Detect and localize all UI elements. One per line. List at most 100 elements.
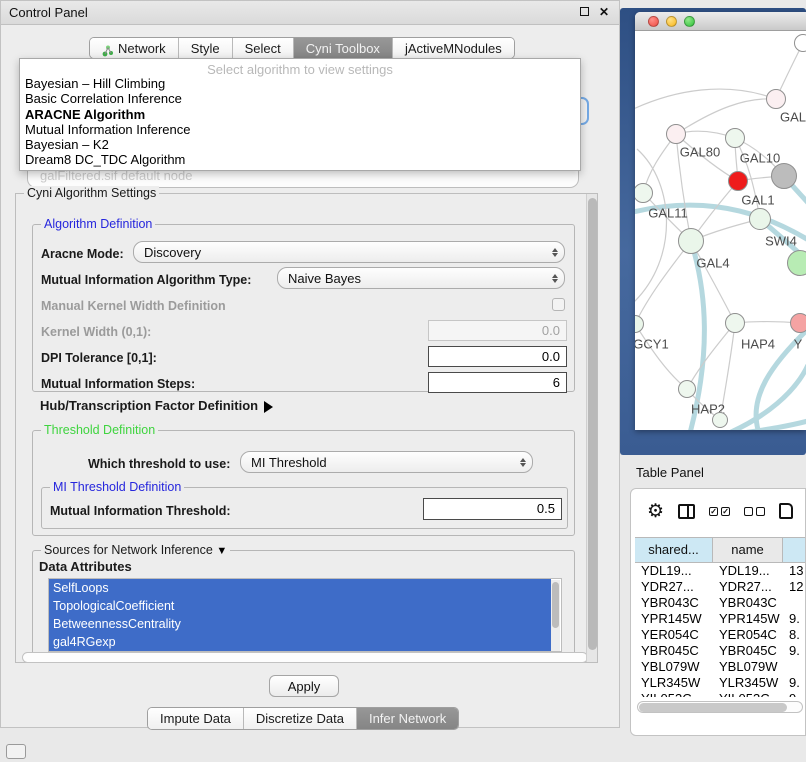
network-node-swi4[interactable] — [749, 208, 771, 230]
manual-kernel-checkbox[interactable] — [552, 298, 565, 311]
tab-jactivemnodules[interactable]: jActiveMNodules — [393, 38, 514, 58]
network-node-gal4[interactable] — [678, 228, 704, 254]
network-node-gal80[interactable] — [666, 124, 686, 144]
tab-cyni-toolbox[interactable]: Cyni Toolbox — [294, 38, 393, 58]
hub-definition-toggle[interactable]: Hub/Transcription Factor Definition — [40, 398, 273, 413]
collapsed-panel-button[interactable] — [6, 744, 26, 759]
network-node[interactable] — [712, 412, 728, 428]
network-node-hap4[interactable] — [725, 313, 745, 333]
dropdown-item[interactable]: Bayesian – Hill Climbing — [20, 76, 580, 91]
close-traffic-light[interactable] — [648, 16, 659, 27]
sources-title-text: Sources for Network Inference — [44, 543, 213, 557]
tab-select[interactable]: Select — [233, 38, 294, 58]
table-cell: 9. — [783, 675, 806, 691]
table-row[interactable]: YER054CYER054C8. — [635, 627, 806, 643]
mi-threshold-input[interactable]: 0.5 — [423, 498, 562, 520]
minimize-traffic-light[interactable] — [666, 16, 677, 27]
mi-type-combo[interactable]: Naive Bayes — [277, 267, 565, 289]
dropdown-item[interactable]: Bayesian – K2 — [20, 137, 580, 152]
unselect-all-columns-icon[interactable] — [744, 507, 765, 516]
table-cell: 8. — [783, 627, 806, 643]
table-cell: YIL053C — [713, 691, 783, 697]
settings-vertical-scrollbar[interactable] — [586, 194, 597, 662]
tab-label: Impute Data — [160, 708, 231, 729]
table-row[interactable]: YPR145WYPR145W9. — [635, 611, 806, 627]
attribute-list-item[interactable]: SelfLoops — [49, 579, 551, 597]
stepper-icon — [546, 274, 564, 283]
float-window-button[interactable] — [577, 6, 591, 20]
table-row[interactable]: YBL079WYBL079W — [635, 659, 806, 675]
node-label: GAL80 — [680, 145, 720, 160]
scrollbar-thumb[interactable] — [552, 582, 559, 628]
settings-group-title: Cyni Algorithm Settings — [24, 186, 159, 200]
dpi-tolerance-input[interactable]: 0.0 — [428, 346, 567, 367]
tab-style[interactable]: Style — [179, 38, 233, 58]
dropdown-item[interactable]: Basic Correlation Inference — [20, 91, 580, 106]
table-body: YDL19...YDL19...13YDR27...YDR27...12YBR0… — [635, 563, 806, 697]
network-canvas[interactable]: GALGAL80GAL10GAL1GAL11SWI4GAL4GCY1HAP4YH… — [635, 31, 806, 430]
which-threshold-combo[interactable]: MI Threshold — [240, 451, 533, 473]
collapse-right-icon — [264, 401, 273, 413]
table-row[interactable]: YBR045CYBR045C9. — [635, 643, 806, 659]
gear-icon[interactable]: ⚙ — [647, 502, 664, 521]
dropdown-item[interactable]: Dream8 DC_TDC Algorithm — [20, 152, 580, 167]
network-node-hap2[interactable] — [678, 380, 696, 398]
collapse-down-icon[interactable]: ▼ — [216, 545, 227, 557]
table-cell — [783, 659, 806, 675]
tab-impute-data[interactable]: Impute Data — [148, 708, 244, 729]
zoom-traffic-light[interactable] — [684, 16, 695, 27]
table-cell: YPR145W — [713, 611, 783, 627]
network-node-gal10[interactable] — [725, 128, 745, 148]
dropdown-item[interactable]: Mutual Information Inference — [20, 122, 580, 137]
network-node-y[interactable] — [790, 313, 806, 333]
network-icon — [102, 42, 114, 54]
network-node-gal1[interactable] — [728, 171, 748, 191]
scrollbar-thumb[interactable] — [639, 703, 787, 712]
column-header-name[interactable]: name — [713, 538, 783, 562]
table-header-row: shared... name — [635, 537, 806, 563]
columns-icon[interactable] — [678, 504, 695, 519]
mi-steps-input[interactable]: 6 — [428, 372, 567, 393]
tab-label: Cyni Toolbox — [306, 38, 380, 59]
table-row[interactable]: YDR27...YDR27...12 — [635, 579, 806, 595]
tab-network[interactable]: Network — [90, 38, 179, 58]
table-row[interactable]: YBR043CYBR043C — [635, 595, 806, 611]
apply-button[interactable]: Apply — [269, 675, 339, 697]
aracne-mode-combo[interactable]: Discovery — [133, 241, 565, 263]
mi-type-label: Mutual Information Algorithm Type: — [41, 273, 251, 287]
kernel-width-input[interactable]: 0.0 — [428, 320, 567, 341]
table-row[interactable]: YDL19...YDL19...13 — [635, 563, 806, 579]
dpi-tolerance-label: DPI Tolerance [0,1]: — [41, 351, 157, 365]
attribute-list-item[interactable]: BetweennessCentrality — [49, 615, 551, 633]
network-node-gal[interactable] — [766, 89, 786, 109]
algorithm-definition-group: Algorithm Definition Aracne Mode: Discov… — [32, 224, 575, 392]
network-node[interactable] — [771, 163, 797, 189]
which-threshold-value: MI Threshold — [241, 455, 514, 470]
list-vertical-scrollbar[interactable] — [551, 580, 560, 652]
table-horizontal-scrollbar[interactable] — [637, 701, 803, 713]
table-row[interactable]: YIL053CYIL053C9 — [635, 691, 806, 697]
attribute-list-item[interactable]: gal4RGexp — [49, 633, 551, 651]
threshold-definition-title: Threshold Definition — [41, 423, 158, 437]
export-table-icon[interactable] — [779, 503, 793, 519]
table-row[interactable]: YLR345WYLR345W9. — [635, 675, 806, 691]
node-label: GAL4 — [696, 256, 729, 271]
control-panel-titlebar: Control Panel ✕ — [1, 1, 619, 25]
network-node[interactable] — [787, 250, 806, 276]
tab-infer-network[interactable]: Infer Network — [357, 708, 458, 729]
column-header-shared-name[interactable]: shared... — [635, 538, 713, 562]
table-cell: 12 — [783, 579, 806, 595]
select-all-columns-icon[interactable]: ✓✓ — [709, 507, 730, 516]
cyni-algorithm-settings-panel: Cyni Algorithm Settings Algorithm Defini… — [15, 193, 598, 663]
close-panel-button[interactable]: ✕ — [597, 6, 611, 20]
scrollbar-thumb[interactable] — [588, 198, 597, 650]
data-attributes-list[interactable]: SelfLoopsTopologicalCoefficientBetweenne… — [48, 578, 562, 652]
tab-discretize-data[interactable]: Discretize Data — [244, 708, 357, 729]
unchecked-box-icon — [744, 507, 753, 516]
column-header-partial[interactable] — [783, 538, 806, 562]
node-label: GAL11 — [648, 206, 688, 221]
network-node[interactable] — [794, 34, 806, 52]
settings-horizontal-scrollbar[interactable] — [22, 652, 588, 663]
attribute-list-item[interactable]: TopologicalCoefficient — [49, 597, 551, 615]
dropdown-item[interactable]: ARACNE Algorithm — [20, 107, 580, 122]
